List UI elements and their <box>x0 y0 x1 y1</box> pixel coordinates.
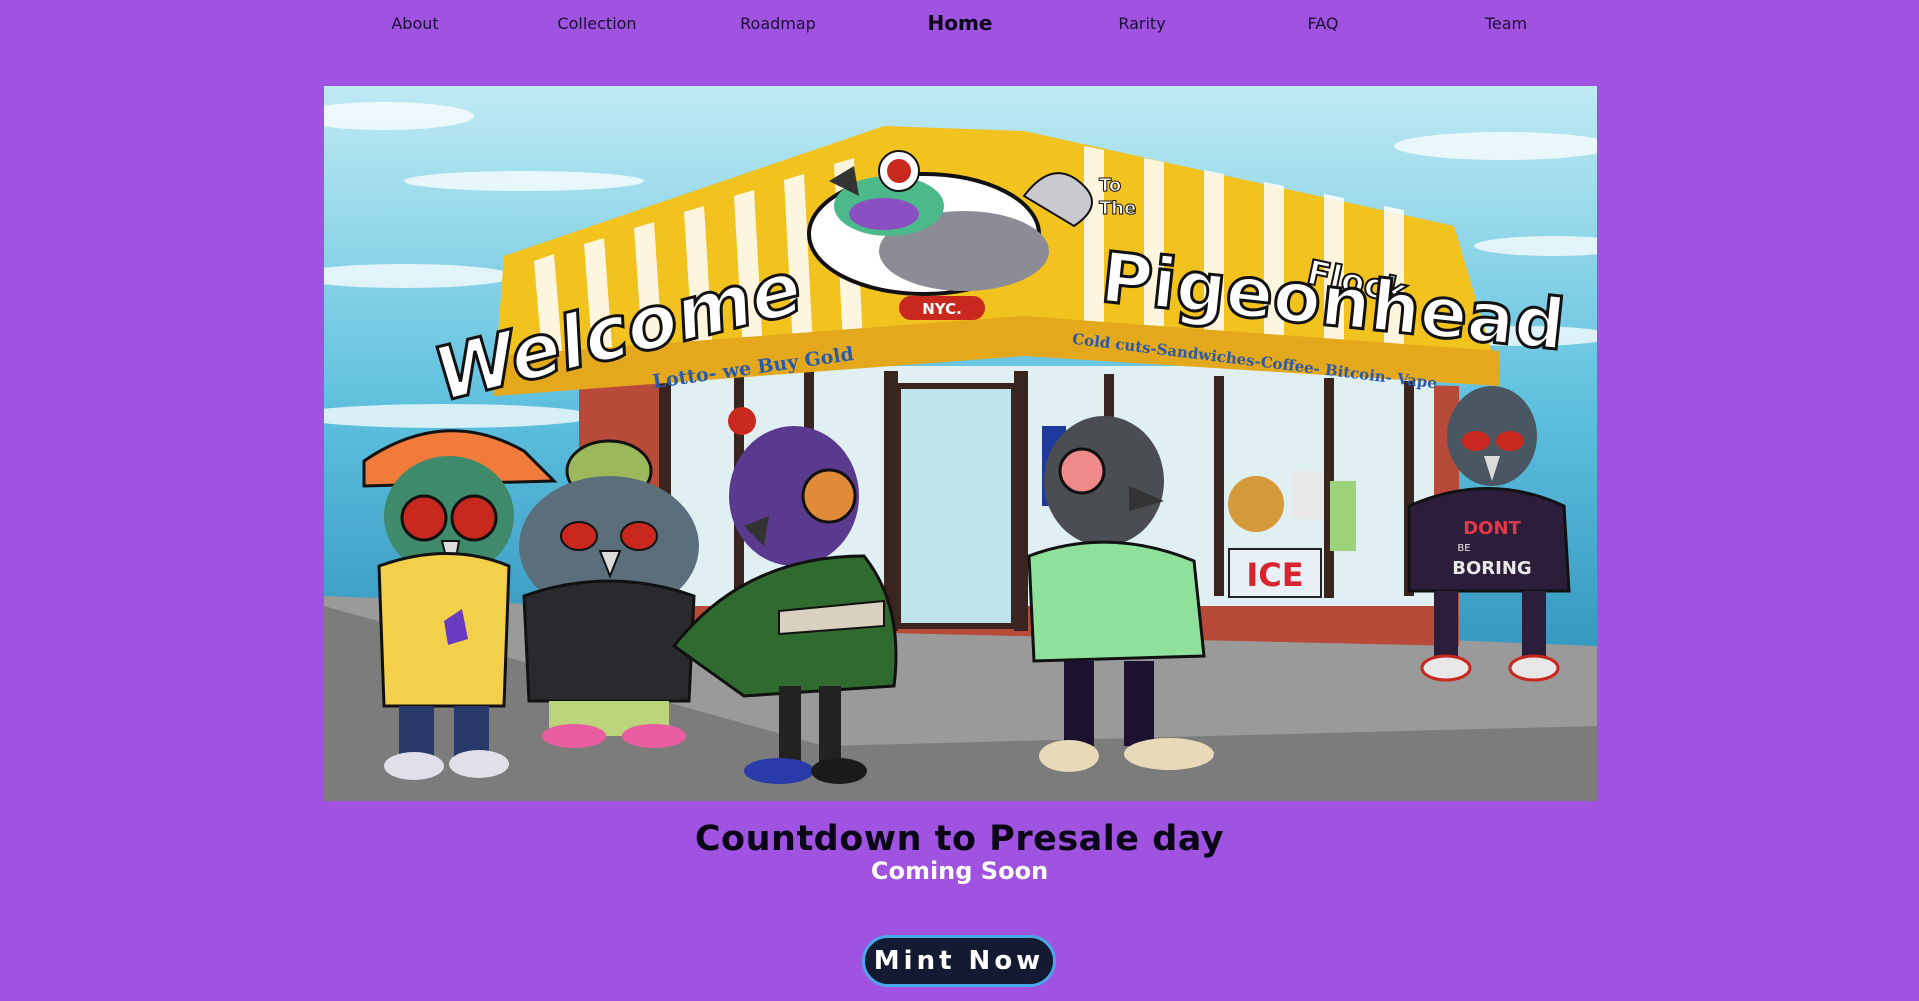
nav-item-team[interactable]: Team <box>1426 14 1586 33</box>
main-nav: About Collection Roadmap Home Rarity FAQ… <box>0 0 1919 52</box>
nav-item-about[interactable]: About <box>335 14 495 33</box>
countdown-title: Countdown to Presale day <box>694 819 1225 859</box>
hoodie-text-be: BE <box>1457 543 1470 554</box>
pigeonhead-storefront-illustration: ICE Lotto- we Buy Gold Cold cuts-Sandwic… <box>324 86 1597 801</box>
sign-the: The <box>1099 198 1136 219</box>
nyc-badge-label: NYC. <box>922 300 962 318</box>
store-door <box>895 383 1017 629</box>
window-ice-label: ICE <box>1246 556 1303 594</box>
nav-item-roadmap[interactable]: Roadmap <box>698 14 858 33</box>
nav-item-collection[interactable]: Collection <box>517 14 677 33</box>
countdown-status: Coming Soon <box>870 857 1049 885</box>
sign-to: To <box>1099 175 1121 196</box>
mint-now-button[interactable]: Mint Now <box>862 935 1056 987</box>
nav-item-faq[interactable]: FAQ <box>1243 14 1403 33</box>
hoodie-text-boring: BORING <box>1452 558 1531 579</box>
nav-item-rarity[interactable]: Rarity <box>1062 14 1222 33</box>
hero-banner: ICE Lotto- we Buy Gold Cold cuts-Sandwic… <box>324 86 1597 801</box>
hoodie-text-dont: DONT <box>1463 518 1521 539</box>
nav-item-home[interactable]: Home <box>880 11 1040 35</box>
